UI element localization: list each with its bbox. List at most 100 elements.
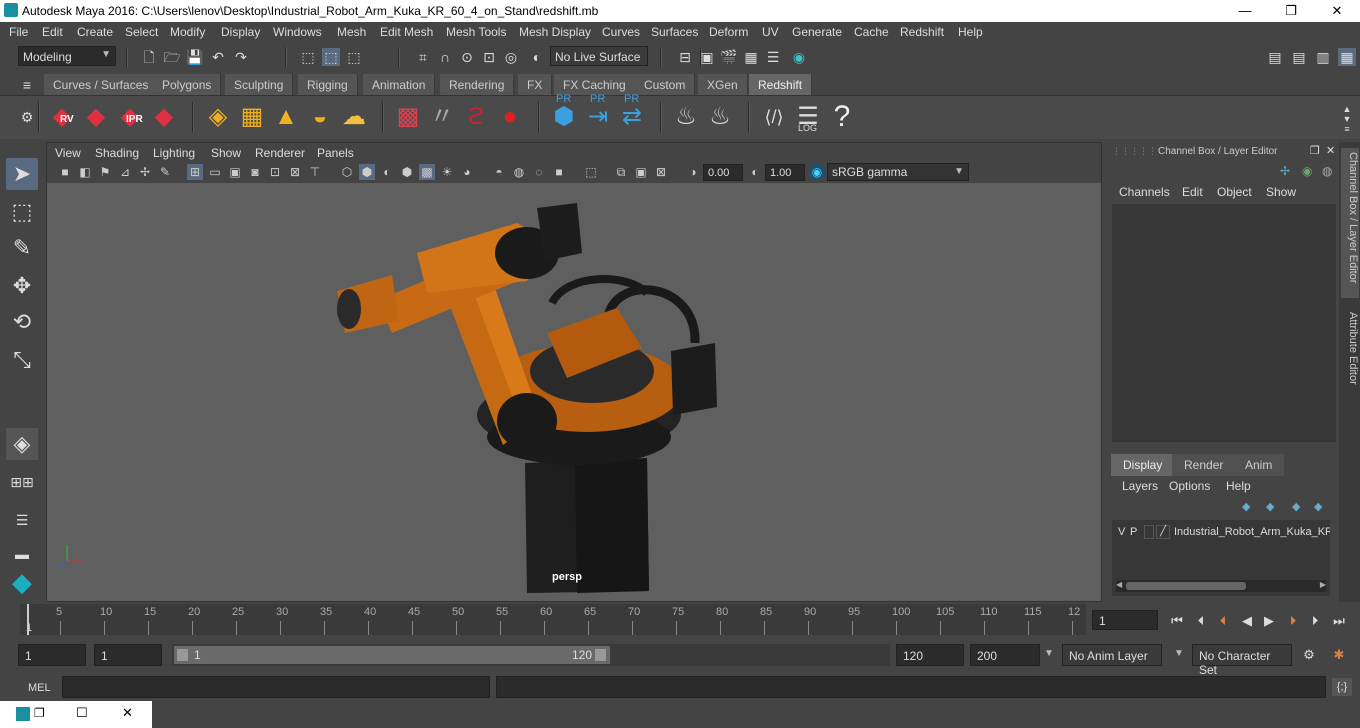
tab-animation[interactable]: Animation	[363, 74, 436, 95]
mel-label[interactable]: MEL	[28, 682, 51, 694]
move-up-layer-icon[interactable]: ◆	[1292, 500, 1300, 513]
layer-tab-anim[interactable]: Anim	[1233, 454, 1285, 476]
menu-windows[interactable]: Windows	[273, 25, 322, 39]
layer-tab-display[interactable]: Display	[1111, 454, 1175, 476]
wireframe-icon[interactable]: ⬡	[339, 164, 355, 180]
scroll-right-icon[interactable]: ▶	[1320, 580, 1326, 589]
side-tab-channel-box[interactable]: Channel Box / Layer Editor	[1341, 148, 1359, 298]
time-ruler[interactable]: 1 5 10 15 20 25 30 35 40 45 50 55 60 65 70 75 80 85 90 95 1…	[20, 604, 1086, 635]
select-tool-icon[interactable]: ➤	[6, 158, 38, 190]
isolate-select-icon[interactable]: ◓	[491, 164, 507, 180]
chevron-down-icon[interactable]: ▼	[1174, 648, 1184, 659]
layer-menu-help[interactable]: Help	[1226, 479, 1251, 493]
step-back-icon[interactable]: ⏴	[1192, 612, 1210, 630]
go-to-start-icon[interactable]: ⏮	[1168, 612, 1186, 630]
step-forward-icon[interactable]: ⏵	[1306, 612, 1324, 630]
xray-components-icon[interactable]: ■	[551, 164, 567, 180]
menu-deform[interactable]: Deform	[709, 25, 748, 39]
next-key-icon[interactable]: ⏵	[1284, 612, 1302, 630]
smooth-shade-icon[interactable]: ⬢	[359, 164, 375, 180]
ipr-render-icon[interactable]: ▦	[742, 48, 760, 66]
menu-curves[interactable]: Curves	[602, 25, 640, 39]
volume-icon[interactable]: ϩ	[460, 101, 492, 133]
scroll-left-icon[interactable]: ◀	[1116, 580, 1122, 589]
float-panel-icon[interactable]: ❐	[1310, 144, 1320, 157]
playback-end-field[interactable]: 120	[896, 644, 964, 666]
render-frame-icon[interactable]: 🎬	[720, 48, 738, 66]
cb-menu-show[interactable]: Show	[1266, 185, 1296, 199]
menu-uv[interactable]: UV	[762, 25, 779, 39]
use-lights-icon[interactable]: ▩	[419, 164, 435, 180]
light-spot-icon[interactable]: ▲	[270, 101, 302, 133]
image-plane-icon[interactable]: ⊿	[117, 164, 133, 180]
rotate-tool-icon[interactable]: ⟲	[6, 306, 38, 338]
go-to-end-icon[interactable]: ⏭	[1330, 612, 1348, 630]
help-icon[interactable]: ?	[826, 101, 858, 133]
gear-icon[interactable]: ⚙	[18, 108, 36, 126]
side-tab-attribute-editor[interactable]: Attribute Editor	[1341, 308, 1359, 404]
play-backward-icon[interactable]: ◀	[1238, 612, 1256, 630]
xray-joints-icon[interactable]: ◌	[531, 164, 547, 180]
bookmark-icon[interactable]: ⚑	[97, 164, 113, 180]
gamma-field[interactable]: 1.00	[765, 164, 805, 181]
close-icon[interactable]: ✕	[122, 705, 133, 721]
menu-create[interactable]: Create	[77, 25, 113, 39]
redshift-render-sequence-icon[interactable]: ◆	[80, 101, 112, 133]
tab-fx[interactable]: FX	[518, 74, 553, 95]
tab-polygons[interactable]: Polygons	[153, 74, 222, 95]
current-time-indicator[interactable]	[27, 604, 29, 635]
cb-menu-edit[interactable]: Edit	[1182, 185, 1203, 199]
range-end-grip[interactable]	[595, 649, 606, 661]
range-slider[interactable]: 1 120	[172, 644, 890, 666]
outliner-layout-icon[interactable]: ☰	[6, 504, 38, 536]
minimize-button[interactable]: —	[1222, 0, 1268, 22]
tab-curves-surfaces[interactable]: Curves / Surfaces	[44, 74, 159, 95]
proxy-box-icon[interactable]: ▩	[392, 101, 424, 133]
select-component-icon[interactable]: ⬚	[345, 48, 363, 66]
frame-selected-icon[interactable]: ▣	[633, 164, 649, 180]
grease-pencil-icon[interactable]: ✎	[157, 164, 173, 180]
hypershade-icon[interactable]: ◉	[790, 48, 808, 66]
preferences-icon[interactable]: ✱	[1330, 646, 1348, 664]
playback-start-field[interactable]: 1	[94, 644, 162, 666]
wireframe-on-shaded-icon[interactable]: ◐	[379, 164, 395, 180]
vp-menu-renderer[interactable]: Renderer	[255, 146, 305, 160]
tab-fx-caching[interactable]: FX Caching	[554, 74, 636, 95]
snap-curve-icon[interactable]: ∩	[436, 48, 454, 66]
settings-icon[interactable]: ◍	[1322, 164, 1332, 178]
current-frame-field[interactable]: 1	[1092, 610, 1158, 630]
select-camera-icon[interactable]: ⬚	[583, 164, 599, 180]
menu-help[interactable]: Help	[958, 25, 983, 39]
field-chart-icon[interactable]: ⊡	[267, 164, 283, 180]
layer-color-swatch[interactable]: ╱	[1156, 525, 1170, 539]
bake-options-icon[interactable]: ♨	[704, 101, 736, 133]
new-layer-icon[interactable]: ◆	[1242, 500, 1250, 513]
menu-modify[interactable]: Modify	[170, 25, 205, 39]
maximize-icon[interactable]: ☐	[76, 705, 88, 721]
scroll-thumb[interactable]	[1126, 582, 1246, 590]
undo-icon[interactable]: ↶	[209, 48, 227, 66]
menu-mesh[interactable]: Mesh	[337, 25, 366, 39]
animation-start-field[interactable]: 1	[18, 644, 86, 666]
channel-box-icon[interactable]: ▦	[1338, 48, 1356, 66]
xray-icon[interactable]: ◍	[511, 164, 527, 180]
gamma-icon[interactable]: ◐	[747, 164, 763, 180]
four-view-layout-icon[interactable]: ⊞⊞	[6, 466, 38, 498]
vp-menu-view[interactable]: View	[55, 146, 81, 160]
workspace-icon[interactable]: ▤	[1266, 48, 1284, 66]
log-icon[interactable]: ☰ LOG	[792, 101, 824, 133]
shelf-menu-icon[interactable]: ≡	[18, 76, 36, 94]
auto-key-icon[interactable]: ⚙	[1300, 646, 1318, 664]
menu-cache[interactable]: Cache	[854, 25, 889, 39]
range-slider-handle[interactable]: 1 120	[174, 646, 610, 664]
vp-menu-panels[interactable]: Panels	[317, 146, 354, 160]
lasso-tool-icon[interactable]: ⬚	[6, 196, 38, 228]
layer-menu-options[interactable]: Options	[1169, 479, 1210, 493]
redshift-settings-icon[interactable]: ◆	[148, 101, 180, 133]
pr-object-icon[interactable]: PR ⬢	[548, 93, 580, 133]
gate-mask-icon[interactable]: ◙	[247, 164, 263, 180]
grid-icon[interactable]: ⊞	[187, 164, 203, 180]
channel-list[interactable]	[1112, 204, 1336, 442]
redshift-render-view-icon[interactable]: ◆ RV	[46, 101, 78, 133]
layer-state-toggle[interactable]	[1144, 525, 1154, 539]
